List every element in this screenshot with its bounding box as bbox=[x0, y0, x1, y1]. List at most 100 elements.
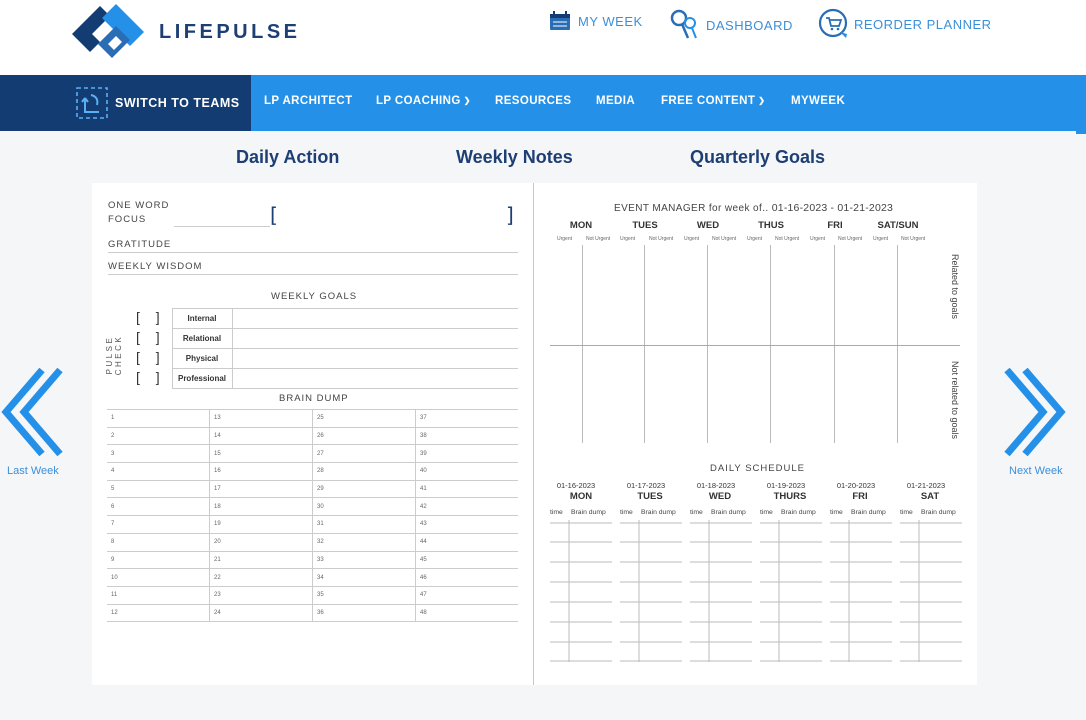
brain-cell[interactable]: 31 bbox=[312, 515, 416, 534]
dashboard-link[interactable]: DASHBOARD bbox=[668, 8, 793, 42]
checkbox-internal[interactable]: [ ] bbox=[136, 309, 166, 325]
brain-cell[interactable]: 24 bbox=[209, 604, 313, 623]
brain-cell[interactable]: 20 bbox=[209, 533, 313, 552]
brain-dump-heading: BRAIN DUMP bbox=[279, 393, 349, 404]
brain-cell[interactable]: 41 bbox=[415, 480, 518, 499]
brain-cell[interactable]: 45 bbox=[415, 551, 518, 570]
brain-cell[interactable]: 7 bbox=[107, 515, 210, 534]
brain-cell[interactable]: 38 bbox=[415, 427, 518, 446]
brain-cell[interactable]: 36 bbox=[312, 604, 416, 623]
brain-cell[interactable]: 29 bbox=[312, 480, 416, 499]
brain-cell[interactable]: 5 bbox=[107, 480, 210, 499]
brain-cell[interactable]: 16 bbox=[209, 462, 313, 481]
calendar-icon bbox=[550, 11, 570, 30]
brain-cell[interactable]: 6 bbox=[107, 497, 210, 517]
tab-quarterly-goals[interactable]: Quarterly Goals bbox=[690, 147, 825, 168]
checkbox-physical[interactable]: [ ] bbox=[136, 349, 166, 365]
checkbox-relational[interactable]: [ ] bbox=[136, 329, 166, 345]
brain-cell[interactable]: 12 bbox=[107, 604, 210, 623]
wisdom-line[interactable] bbox=[108, 274, 518, 275]
brain-dump-label: Brain dump bbox=[711, 509, 746, 516]
checkbox-professional[interactable]: [ ] bbox=[136, 369, 166, 385]
urgent-label: Urgent bbox=[747, 236, 763, 242]
goal-physical-label: Physical bbox=[185, 354, 219, 363]
goals-line[interactable] bbox=[172, 368, 518, 369]
brain-cell[interactable]: 25 bbox=[312, 410, 416, 428]
focus-input[interactable] bbox=[280, 206, 502, 226]
brain-cell[interactable]: 3 bbox=[107, 444, 210, 464]
daily-schedule-grid[interactable] bbox=[548, 520, 964, 665]
brain-cell[interactable]: 27 bbox=[312, 444, 416, 464]
ds-date-wed: 01-18-2023 bbox=[696, 481, 736, 490]
brain-cell[interactable]: 10 bbox=[107, 568, 210, 587]
brain-cell[interactable]: 15 bbox=[209, 444, 313, 464]
brain-cell[interactable]: 43 bbox=[415, 515, 518, 534]
my-week-link[interactable]: MY WEEK bbox=[548, 8, 643, 34]
switch-to-teams-button[interactable]: SWITCH TO TEAMS bbox=[0, 75, 251, 131]
brain-cell[interactable]: 35 bbox=[312, 586, 416, 605]
goal-relational-label: Relational bbox=[182, 334, 222, 343]
nav-myweek[interactable]: MYWEEK bbox=[791, 95, 845, 107]
brain-cell[interactable]: 48 bbox=[415, 604, 518, 623]
goals-line[interactable] bbox=[172, 328, 518, 329]
chevron-down-icon: ❯ bbox=[758, 96, 766, 105]
brain-cell[interactable]: 22 bbox=[209, 568, 313, 587]
tab-daily-action[interactable]: Daily Action bbox=[236, 147, 339, 168]
brain-cell[interactable]: 39 bbox=[415, 444, 518, 464]
brain-cell[interactable]: 26 bbox=[312, 427, 416, 446]
event-manager-grid[interactable] bbox=[550, 245, 960, 443]
nav-lp-architect[interactable]: LP ARCHITECT bbox=[264, 95, 353, 107]
last-week-arrow-icon[interactable] bbox=[0, 366, 64, 458]
brain-cell[interactable]: 32 bbox=[312, 533, 416, 552]
not-urgent-label: Not Urgent bbox=[586, 236, 611, 242]
brain-cell[interactable]: 2 bbox=[107, 427, 210, 446]
table-row: 11 23 35 47 bbox=[107, 586, 518, 605]
brain-cell[interactable]: 33 bbox=[312, 551, 416, 570]
brain-cell[interactable]: 18 bbox=[209, 497, 313, 517]
brain-cell[interactable]: 30 bbox=[312, 497, 416, 517]
not-urgent-label: Not Urgent bbox=[649, 236, 674, 242]
brain-cell[interactable]: 11 bbox=[107, 586, 210, 605]
last-week-link[interactable]: Last Week bbox=[7, 465, 59, 477]
brain-cell[interactable]: 42 bbox=[415, 497, 518, 517]
brain-cell[interactable]: 46 bbox=[415, 568, 518, 587]
brain-cell[interactable]: 37 bbox=[415, 410, 518, 428]
focus-label: FOCUS bbox=[108, 214, 147, 225]
nav-lp-coaching[interactable]: LP COACHING ❯ bbox=[376, 95, 471, 107]
next-week-link[interactable]: Next Week bbox=[1009, 465, 1063, 477]
brain-cell[interactable]: 21 bbox=[209, 551, 313, 570]
brain-cell[interactable]: 9 bbox=[107, 551, 210, 570]
ds-day-tues: TUES bbox=[637, 491, 663, 502]
ds-day-mon: MON bbox=[569, 491, 593, 502]
reorder-planner-link[interactable]: REORDER PLANNER bbox=[818, 8, 992, 40]
brain-cell[interactable]: 34 bbox=[312, 568, 416, 587]
brain-cell[interactable]: 47 bbox=[415, 586, 518, 605]
nav-free-content[interactable]: FREE CONTENT ❯ bbox=[661, 95, 765, 107]
brain-cell[interactable]: 4 bbox=[107, 462, 210, 481]
brain-cell[interactable]: 23 bbox=[209, 586, 313, 605]
goal-internal-label: Internal bbox=[187, 314, 217, 323]
lifepulse-logo-icon[interactable] bbox=[72, 4, 144, 58]
em-day-tues: TUES bbox=[632, 220, 658, 231]
goals-line[interactable] bbox=[172, 388, 518, 389]
brain-cell[interactable]: 17 bbox=[209, 480, 313, 499]
tab-weekly-notes[interactable]: Weekly Notes bbox=[456, 147, 573, 168]
brain-cell[interactable]: 1 bbox=[107, 410, 210, 428]
goals-divider bbox=[172, 308, 173, 388]
brain-cell[interactable]: 28 bbox=[312, 462, 416, 481]
nav-media[interactable]: MEDIA bbox=[596, 95, 635, 107]
event-manager-dates: 01-16-2023 - 01-21-2023 bbox=[771, 202, 894, 214]
goal-professional-label: Professional bbox=[177, 374, 226, 383]
next-week-arrow-icon[interactable] bbox=[1003, 366, 1067, 458]
brain-cell[interactable]: 40 bbox=[415, 462, 518, 481]
dashboard-label: DASHBOARD bbox=[706, 17, 793, 33]
goals-line[interactable] bbox=[172, 348, 518, 349]
nav-resources[interactable]: RESOURCES bbox=[495, 95, 571, 107]
brain-cell[interactable]: 8 bbox=[107, 533, 210, 552]
brain-cell[interactable]: 44 bbox=[415, 533, 518, 552]
brain-cell[interactable]: 14 bbox=[209, 427, 313, 446]
brain-cell[interactable]: 19 bbox=[209, 515, 313, 534]
gratitude-line[interactable] bbox=[108, 252, 518, 253]
brain-cell[interactable]: 13 bbox=[209, 410, 313, 428]
one-word-label: ONE WORD bbox=[108, 200, 170, 211]
